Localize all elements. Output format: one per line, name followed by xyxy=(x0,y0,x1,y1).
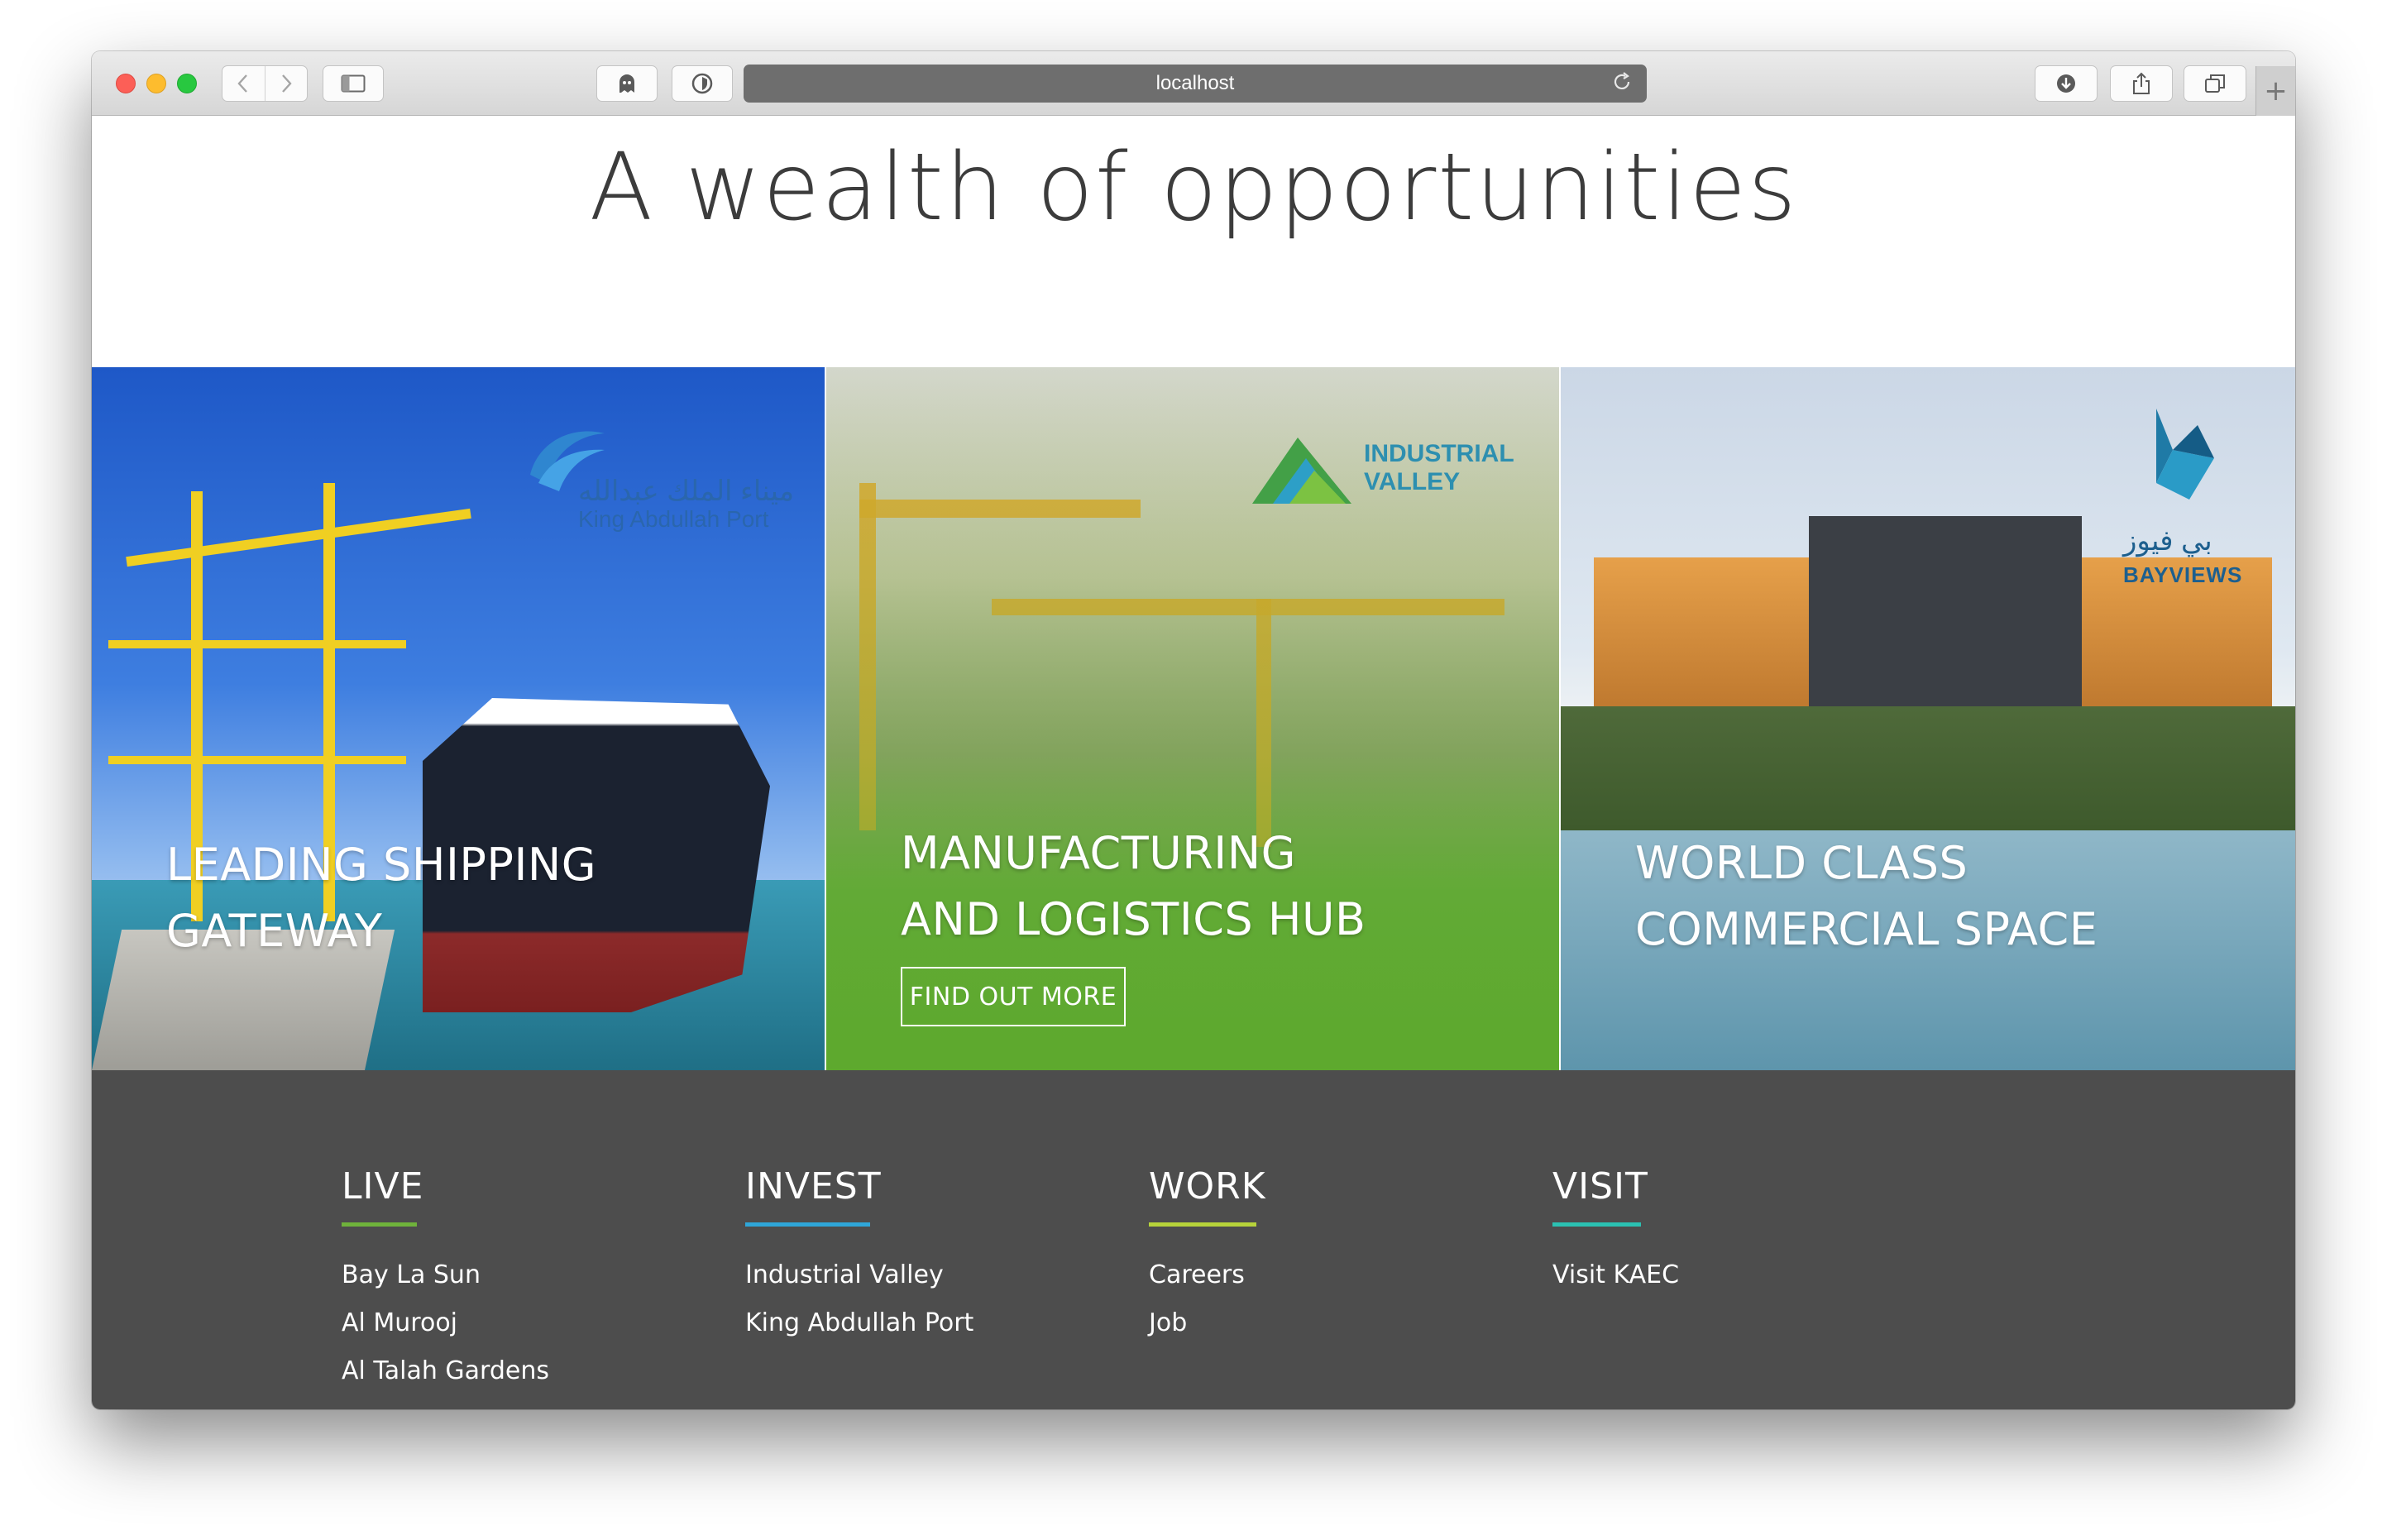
bayviews-mark-icon xyxy=(2156,409,2214,500)
footer-column-work: WORK Careers Job xyxy=(1149,1165,1529,1347)
palm-trees-image xyxy=(1561,706,2295,830)
chevron-left-icon xyxy=(237,74,248,93)
privacy-button[interactable] xyxy=(672,65,733,102)
panel-title: MANUFACTURING AND LOGISTICS HUB xyxy=(901,820,1366,953)
chevron-right-icon xyxy=(282,74,292,93)
panel-commercial[interactable]: بي فيوز BAYVIEWS WORLD CLASS COMMERCIAL … xyxy=(1561,367,2295,1070)
footer-link[interactable]: Bay La Sun xyxy=(342,1251,722,1299)
footer-link[interactable]: King Abdullah Port xyxy=(745,1299,1126,1347)
footer-heading[interactable]: LIVE xyxy=(342,1165,423,1209)
panel-title-line: LEADING SHIPPING xyxy=(166,839,597,891)
port-logo-english: King Abdullah Port xyxy=(578,506,769,532)
history-nav xyxy=(222,65,308,102)
close-window-button[interactable] xyxy=(116,74,136,93)
show-tabs-button[interactable] xyxy=(2184,65,2246,102)
tabs-icon xyxy=(2205,74,2225,93)
footer-heading-underline xyxy=(1552,1222,1641,1227)
share-button[interactable] xyxy=(2110,65,2173,102)
mountain-icon xyxy=(1252,438,1351,504)
panel-title-line: WORLD CLASS xyxy=(1635,837,1968,889)
forward-button[interactable] xyxy=(264,66,307,101)
footer-column-visit: VISIT Visit KAEC xyxy=(1552,1165,1933,1299)
minimize-window-button[interactable] xyxy=(146,74,166,93)
maximize-window-button[interactable] xyxy=(177,74,197,93)
footer-link[interactable]: Al Talah Gardens xyxy=(342,1347,722,1395)
bayviews-logo-arabic: بي فيوز xyxy=(2123,525,2212,557)
panel-manufacturing[interactable]: INDUSTRIAL VALLEY MANUFACTURING AND LOGI… xyxy=(825,367,1561,1070)
panel-title: LEADING SHIPPING GATEWAY xyxy=(166,832,596,964)
footer-column-live: LIVE Bay La Sun Al Murooj Al Talah Garde… xyxy=(342,1165,722,1395)
opportunity-panels: ميناء الملك عبدالله King Abdullah Port L… xyxy=(92,367,2295,1070)
browser-window: localhost + A wealth of opportunities مي… xyxy=(92,51,2295,1409)
crane-beam xyxy=(108,756,406,764)
web-page: A wealth of opportunities ميناء الملك عب… xyxy=(92,116,2295,1409)
industrial-valley-logo: INDUSTRIAL VALLEY xyxy=(1248,425,1521,516)
download-icon xyxy=(2057,74,2075,93)
logo-text-line: INDUSTRIAL xyxy=(1364,440,1514,467)
reload-icon xyxy=(1614,72,1630,89)
sidebar-icon xyxy=(341,74,366,93)
industrial-valley-logo-text: INDUSTRIAL VALLEY xyxy=(1364,440,1514,496)
browser-toolbar: localhost + xyxy=(92,51,2295,116)
panel-shipping[interactable]: ميناء الملك عبدالله King Abdullah Port L… xyxy=(92,367,825,1070)
footer-link[interactable]: Industrial Valley xyxy=(745,1251,1126,1299)
ghostery-button[interactable] xyxy=(596,65,658,102)
shield-icon xyxy=(691,73,713,94)
new-tab-button[interactable]: + xyxy=(2255,66,2295,116)
back-button[interactable] xyxy=(222,66,265,101)
page-headline: A wealth of opportunities xyxy=(589,134,1798,242)
footer-link[interactable]: Visit KAEC xyxy=(1552,1251,1933,1299)
footer-heading-underline xyxy=(745,1222,871,1227)
crane-beam xyxy=(108,640,406,648)
address-bar[interactable]: localhost xyxy=(744,65,1647,103)
bayviews-logo-english: BAYVIEWS xyxy=(2123,562,2243,587)
site-footer: LIVE Bay La Sun Al Murooj Al Talah Garde… xyxy=(92,1070,2295,1409)
plus-icon: + xyxy=(2264,74,2288,108)
footer-heading[interactable]: INVEST xyxy=(745,1165,882,1209)
url-text: localhost xyxy=(1155,72,1235,94)
reload-button[interactable] xyxy=(1610,71,1634,94)
footer-heading-underline xyxy=(342,1222,418,1227)
ghost-icon xyxy=(619,74,634,93)
footer-heading[interactable]: VISIT xyxy=(1552,1165,1648,1209)
footer-heading-underline xyxy=(1149,1222,1257,1227)
panel-title-line: AND LOGISTICS HUB xyxy=(901,893,1366,945)
panel-title-line: GATEWAY xyxy=(166,905,383,957)
panel-title: WORLD CLASS COMMERCIAL SPACE xyxy=(1635,830,2098,963)
footer-link[interactable]: Al Murooj xyxy=(342,1299,722,1347)
share-icon xyxy=(2133,72,2150,94)
downloads-button[interactable] xyxy=(2035,65,2098,102)
footer-column-invest: INVEST Industrial Valley King Abdullah P… xyxy=(745,1165,1126,1347)
footer-link[interactable]: Careers xyxy=(1149,1251,1529,1299)
panel-title-line: MANUFACTURING xyxy=(901,827,1296,879)
sidebar-button[interactable] xyxy=(323,65,384,102)
logo-text-line: VALLEY xyxy=(1364,468,1461,495)
port-logo-arabic: ميناء الملك عبدالله xyxy=(578,476,795,507)
footer-link[interactable]: Job xyxy=(1149,1299,1529,1347)
king-abdullah-port-logo: ميناء الملك عبدالله King Abdullah Port xyxy=(522,417,795,541)
find-out-more-button[interactable]: FIND OUT MORE xyxy=(901,967,1126,1026)
bayviews-logo: بي فيوز BAYVIEWS xyxy=(2123,400,2264,587)
panel-title-line: COMMERCIAL SPACE xyxy=(1635,903,2098,955)
building-tower-image xyxy=(1809,516,2082,731)
footer-heading[interactable]: WORK xyxy=(1149,1165,1266,1209)
